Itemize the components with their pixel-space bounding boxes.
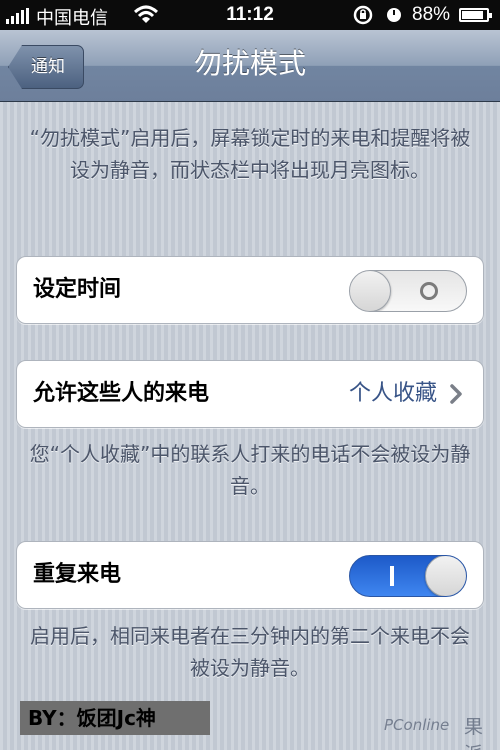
allow-calls-cell[interactable]: 允许这些人的来电 个人收藏 [16,360,484,428]
repeated-calls-label: 重复来电 [33,562,122,587]
on-indicator-icon [390,566,394,586]
schedule-label: 设定时间 [33,277,122,302]
allow-calls-value: 个人收藏 [348,381,437,406]
repeated-calls-footer: 启用后，相同来电者在三分钟内的第二个来电不会被设为静音。 [30,624,470,680]
battery-icon [459,8,492,22]
navigation-bar: 通知 勿扰模式 [0,30,500,102]
toggle-knob[interactable] [350,271,391,311]
schedule-toggle[interactable] [349,270,467,312]
schedule-cell[interactable]: 设定时间 [16,256,484,324]
repeated-calls-cell[interactable]: 重复来电 [16,541,484,609]
off-indicator-icon [420,282,438,300]
intro-description: “勿扰模式”启用后，屏幕锁定时的来电和提醒将被设为静音，而状态栏中将出现月亮图标… [29,126,471,182]
status-bar: 中国电信 11:12 88% [0,0,500,30]
author-watermark: BY：饭团Jc神 [20,701,210,735]
allow-calls-label: 允许这些人的来电 [33,381,210,406]
clock-icon [387,8,401,22]
page-title: 勿扰模式 [193,47,306,80]
site-watermark: PConline [384,716,450,734]
chevron-right-icon [450,384,462,404]
allow-calls-footer: 您“个人收藏”中的联系人打来的电话不会被设为静音。 [29,442,471,498]
brand-watermark: 果派 [464,716,484,750]
repeated-calls-toggle[interactable] [349,555,467,597]
orientation-lock-icon [353,5,373,25]
battery-percent: 88% [412,4,451,25]
toggle-knob[interactable] [425,556,466,596]
